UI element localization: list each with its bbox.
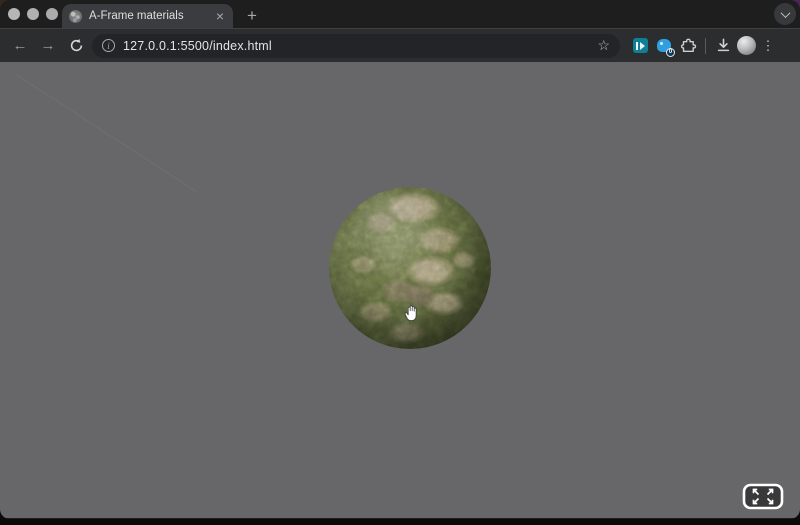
browser-window: A-Frame materials × + ← → i 127.0.0.1:55…: [0, 0, 800, 519]
back-button[interactable]: ←: [8, 37, 32, 54]
url-text: 127.0.0.1:5500/index.html: [123, 38, 272, 53]
window-close-button[interactable]: [8, 8, 20, 20]
hand-cursor: [404, 305, 417, 321]
profile-avatar[interactable]: [737, 36, 756, 55]
fullscreen-arrows-icon: [742, 483, 784, 510]
extensions-puzzle-button[interactable]: [678, 36, 698, 56]
forward-button[interactable]: →: [36, 37, 60, 54]
moss-textured-sphere[interactable]: [329, 187, 491, 349]
window-controls: [8, 8, 58, 20]
sphere-mottle-texture: [329, 187, 491, 349]
artifact-line: [15, 74, 197, 193]
address-bar[interactable]: i 127.0.0.1:5500/index.html ☆: [92, 33, 620, 58]
puzzle-icon: [680, 38, 696, 53]
extension-icon-blue[interactable]: 0: [654, 36, 675, 57]
tab-strip: A-Frame materials × +: [0, 0, 800, 28]
reload-icon: [70, 38, 82, 52]
bookmark-star-icon[interactable]: ☆: [597, 37, 610, 54]
window-minimize-button[interactable]: [27, 8, 39, 20]
teal-extension-glyph-icon: [632, 38, 648, 53]
extension-icon-teal[interactable]: [630, 36, 650, 56]
chevron-down-icon: [780, 7, 790, 18]
reload-button[interactable]: [64, 38, 88, 53]
tab-aframe-materials[interactable]: A-Frame materials ×: [62, 4, 233, 28]
extension-badge: 0: [666, 47, 675, 57]
tab-close-icon[interactable]: ×: [214, 9, 226, 23]
downloads-button[interactable]: [713, 36, 733, 56]
site-info-glyph: i: [107, 40, 110, 51]
globe-favicon-icon: [69, 9, 82, 23]
tab-search-button[interactable]: [774, 3, 796, 25]
fullscreen-vr-button[interactable]: [742, 483, 784, 510]
site-info-icon[interactable]: i: [102, 39, 115, 52]
menu-kebab-icon[interactable]: ⋮: [760, 38, 776, 54]
browser-toolbar: ← → i 127.0.0.1:5500/index.html ☆ 0 ⋮: [0, 28, 800, 62]
aframe-scene-canvas[interactable]: [0, 62, 800, 518]
toolbar-divider: [705, 37, 706, 54]
download-icon: [717, 38, 729, 52]
tab-title: A-Frame materials: [89, 10, 184, 22]
window-zoom-button[interactable]: [46, 8, 58, 20]
new-tab-button[interactable]: +: [240, 4, 264, 28]
